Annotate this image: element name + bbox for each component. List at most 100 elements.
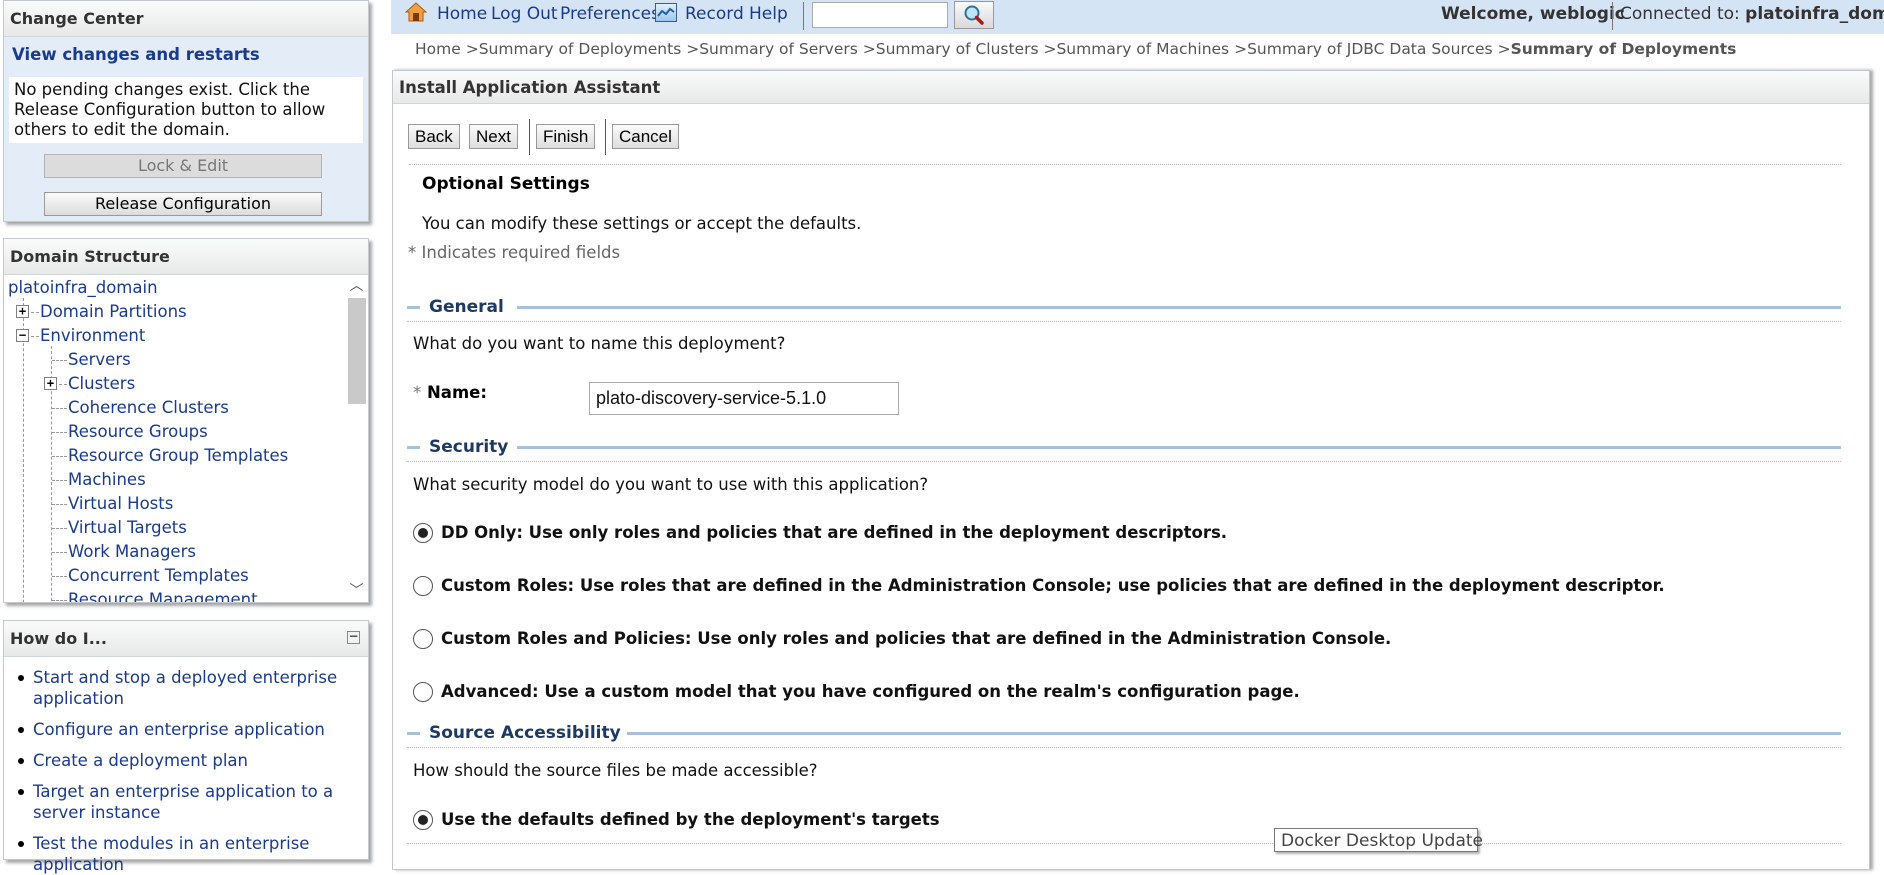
scroll-down-icon[interactable]: ﹀ — [346, 581, 367, 601]
collapse-icon[interactable]: − — [16, 329, 29, 342]
breadcrumb-item[interactable]: Summary of Servers — [699, 40, 858, 58]
tree-item-virtual-hosts[interactable]: Virtual Hosts — [68, 492, 173, 516]
domain-tree: platoinfra_domain + Domain Partitions − … — [4, 276, 368, 602]
breadcrumb-item[interactable]: Home — [415, 40, 461, 58]
top-navigation-bar: Home Log Out Preferences Record Help Wel… — [391, 0, 1884, 34]
radio-label: Use the defaults defined by the deployme… — [441, 810, 940, 829]
tree-item-clusters[interactable]: Clusters — [68, 372, 135, 396]
tree-connector — [31, 312, 39, 313]
home-icon[interactable] — [405, 2, 427, 22]
breadcrumb-item[interactable]: Summary of Clusters — [876, 40, 1039, 58]
breadcrumb-item[interactable]: Summary of Machines — [1056, 40, 1229, 58]
domain-structure-title: Domain Structure — [4, 239, 368, 275]
connected-to-text: Connected to: platoinfra_domain — [1620, 0, 1884, 34]
howto-link[interactable]: Configure an enterprise application — [33, 720, 325, 739]
cancel-button[interactable]: Cancel — [612, 124, 679, 149]
tree-item-machines[interactable]: Machines — [68, 468, 146, 492]
radio-button[interactable] — [413, 523, 433, 543]
breadcrumb-separator: > — [681, 40, 700, 58]
help-link[interactable]: Help — [749, 0, 788, 34]
general-section-title: General — [429, 295, 510, 319]
tree-item-resource-management[interactable]: Resource Management — [68, 588, 258, 602]
tree-connector — [52, 600, 67, 601]
tree-item-resource-groups[interactable]: Resource Groups — [68, 420, 208, 444]
divider — [407, 321, 1841, 322]
tree-item-concurrent-templates[interactable]: Concurrent Templates — [68, 564, 249, 588]
scroll-up-icon[interactable]: ︿ — [346, 276, 367, 296]
back-button[interactable]: Back — [408, 124, 460, 149]
tree-guide-line — [23, 298, 24, 602]
expand-icon[interactable]: + — [44, 377, 57, 390]
radio-button[interactable] — [413, 629, 433, 649]
radio-label: Advanced: Use a custom model that you ha… — [441, 682, 1300, 701]
radio-label: DD Only: Use only roles and policies tha… — [441, 523, 1228, 542]
tree-connector — [31, 336, 39, 337]
record-icon[interactable] — [655, 3, 677, 22]
search-button[interactable] — [954, 1, 994, 29]
release-configuration-button[interactable]: Release Configuration — [44, 192, 322, 216]
breadcrumb-item[interactable]: Summary of Deployments — [479, 40, 682, 58]
how-do-i-title: How do I... − — [4, 621, 368, 657]
howto-link[interactable]: Start and stop a deployed enterprise app… — [33, 668, 337, 708]
tree-item-servers[interactable]: Servers — [68, 348, 131, 372]
deployment-name-input[interactable] — [589, 382, 899, 415]
source-question: How should the source files be made acce… — [413, 761, 818, 780]
how-do-i-title-text: How do I... — [10, 629, 107, 648]
tree-item-work-managers[interactable]: Work Managers — [68, 540, 196, 564]
tree-item-coherence-clusters[interactable]: Coherence Clusters — [68, 396, 229, 420]
tree-connector — [52, 552, 67, 553]
security-section-title: Security — [429, 435, 515, 459]
logout-link[interactable]: Log Out — [491, 0, 558, 34]
tree-item-virtual-targets[interactable]: Virtual Targets — [68, 516, 187, 540]
record-link[interactable]: Record — [685, 0, 744, 34]
section-line — [595, 732, 1841, 735]
search-input[interactable] — [812, 2, 948, 28]
divider — [407, 461, 1841, 462]
change-center-panel: Change Center View changes and restarts … — [3, 0, 369, 222]
section-line — [407, 306, 420, 309]
tree-item-resource-group-templates[interactable]: Resource Group Templates — [68, 444, 288, 468]
finish-button[interactable]: Finish — [536, 124, 596, 149]
scrollbar-thumb[interactable] — [348, 298, 366, 404]
how-do-i-panel: How do I... − Start and stop a deployed … — [3, 620, 369, 874]
tree-connector — [59, 384, 67, 385]
howto-link[interactable]: Test the modules in an enterprise applic… — [33, 834, 309, 874]
view-changes-link[interactable]: View changes and restarts — [4, 37, 368, 73]
change-center-message: No pending changes exist. Click the Rele… — [9, 77, 363, 143]
tree-item-environment[interactable]: Environment — [40, 324, 145, 348]
next-button[interactable]: Next — [469, 124, 518, 149]
button-divider — [529, 119, 530, 155]
radio-button[interactable] — [413, 810, 433, 830]
docker-desktop-update-tooltip: Docker Desktop Update — [1274, 828, 1483, 852]
tree-connector — [52, 456, 67, 457]
how-do-i-list: Start and stop a deployed enterprise app… — [4, 657, 368, 875]
tree-connector — [52, 408, 67, 409]
name-label-text: Name: — [427, 383, 487, 402]
tree-scrollbar[interactable]: ︿ ﹀ — [346, 276, 367, 601]
domain-structure-panel: Domain Structure platoinfra_domain + Dom… — [3, 238, 369, 603]
breadcrumb-separator: > — [1492, 40, 1511, 58]
radio-button[interactable] — [413, 682, 433, 702]
source-accessibility-section-title: Source Accessibility — [429, 721, 627, 745]
security-question: What security model do you want to use w… — [413, 475, 929, 494]
breadcrumb-item[interactable]: Summary of JDBC Data Sources — [1247, 40, 1493, 58]
welcome-text: Welcome, weblogic — [1441, 0, 1625, 34]
breadcrumb-separator: > — [1229, 40, 1248, 58]
required-fields-note: * Indicates required fields — [408, 243, 621, 262]
radio-button[interactable] — [413, 576, 433, 596]
collapse-panel-icon[interactable]: − — [347, 630, 360, 644]
tree-connector — [52, 480, 67, 481]
lock-edit-button[interactable]: Lock & Edit — [44, 154, 322, 178]
howto-link[interactable]: Create a deployment plan — [33, 751, 248, 770]
tree-root-domain[interactable]: platoinfra_domain — [8, 276, 158, 300]
search-icon — [964, 5, 984, 25]
expand-icon[interactable]: + — [16, 305, 29, 318]
tree-connector — [52, 504, 67, 505]
connected-domain: platoinfra_domain — [1745, 4, 1884, 24]
home-link[interactable]: Home — [437, 0, 487, 34]
tree-item-domain-partitions[interactable]: Domain Partitions — [40, 300, 187, 324]
howto-link[interactable]: Target an enterprise application to a se… — [33, 782, 333, 822]
radio-label: Custom Roles and Policies: Use only role… — [441, 629, 1392, 648]
preferences-link[interactable]: Preferences — [560, 0, 660, 34]
general-question: What do you want to name this deployment… — [413, 334, 786, 353]
